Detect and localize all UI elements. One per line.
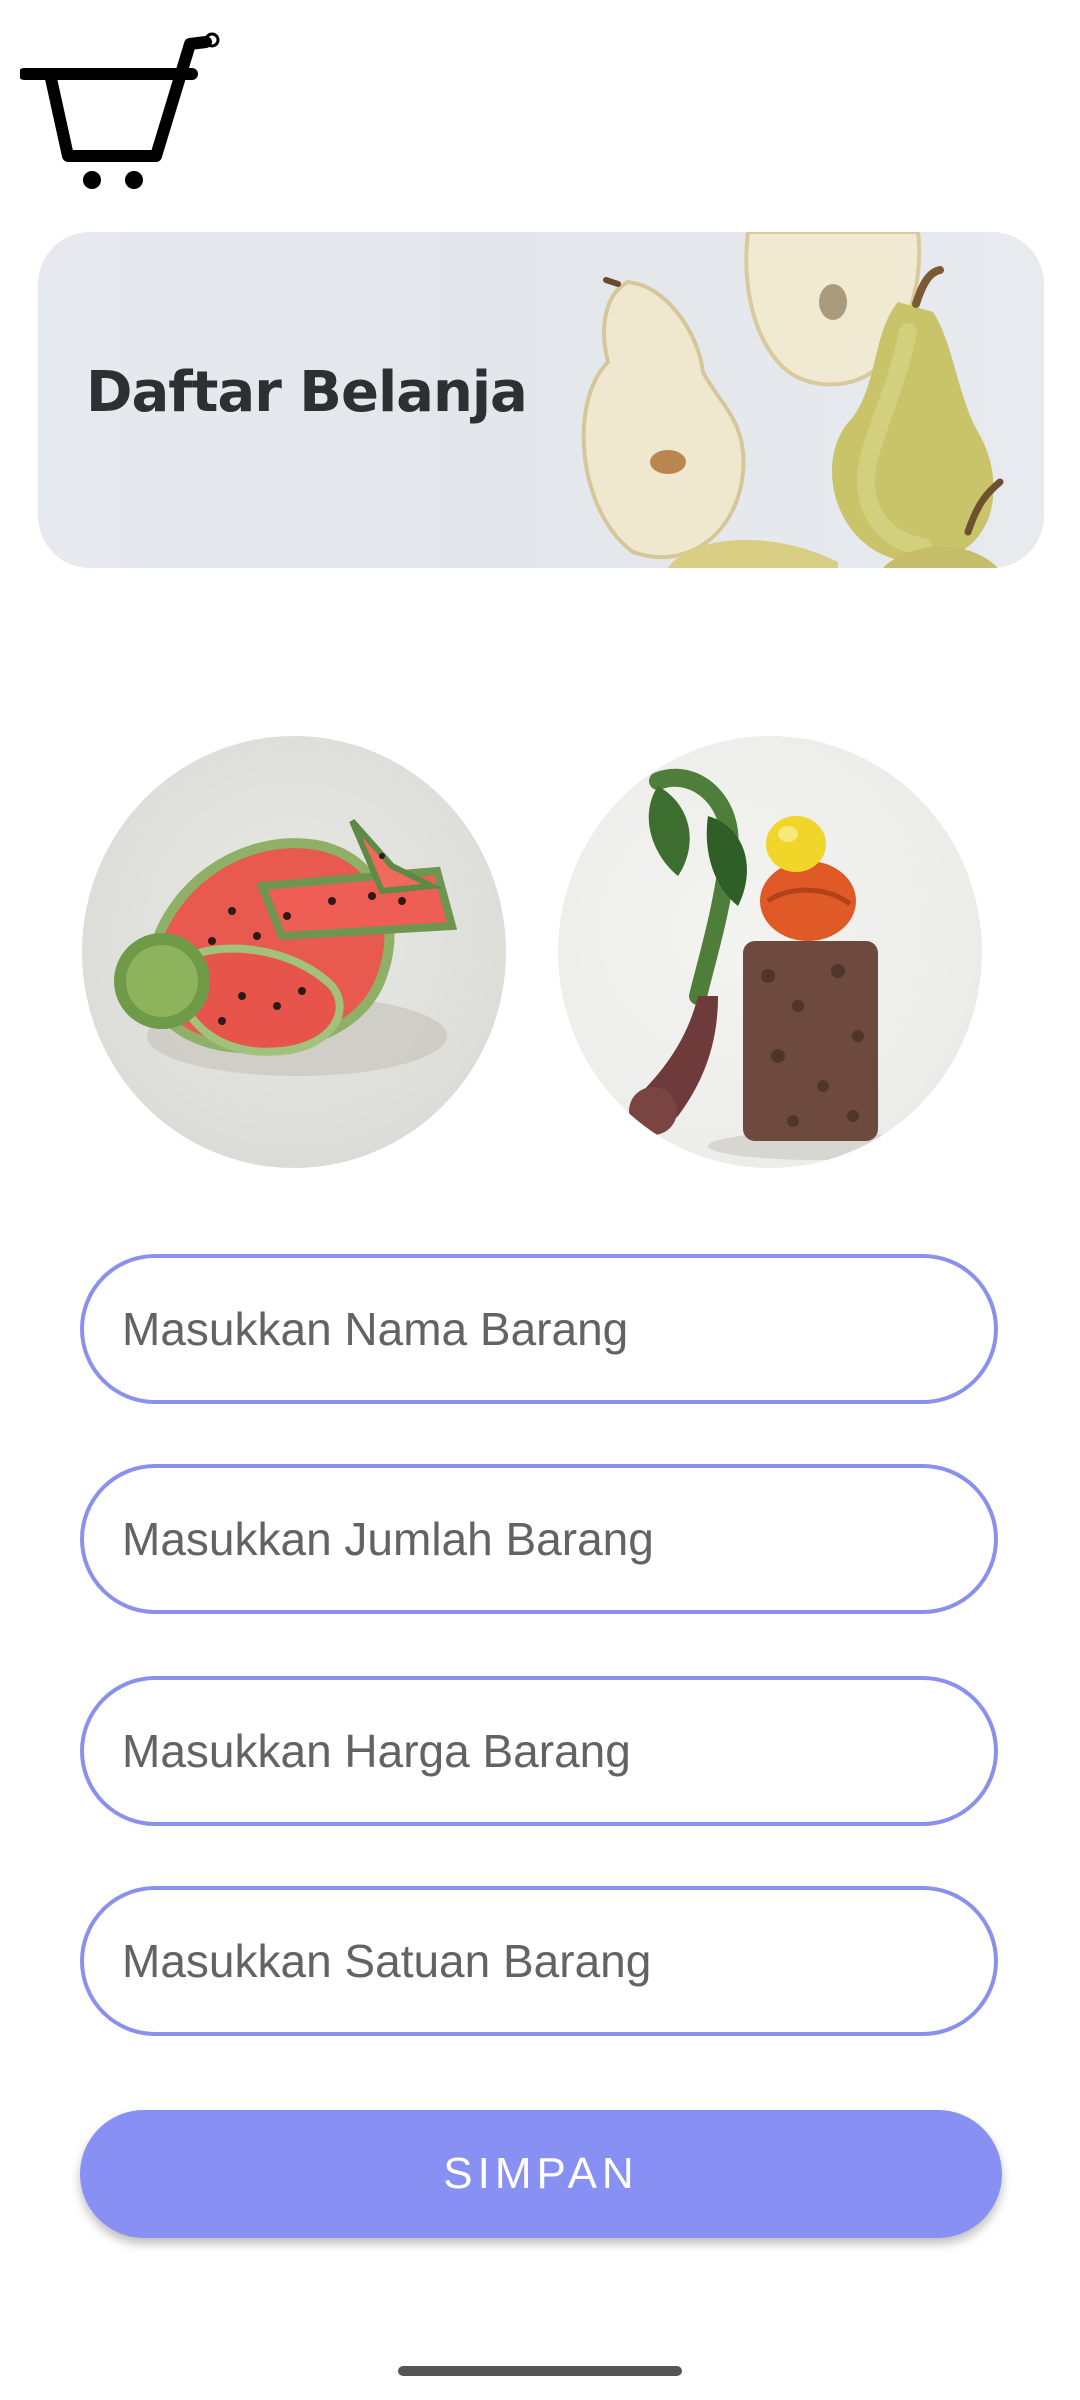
home-indicator[interactable] bbox=[398, 2366, 682, 2376]
banner-title: Daftar Belanja bbox=[86, 360, 528, 425]
header-banner: Daftar Belanja bbox=[38, 232, 1044, 568]
item-name-field[interactable] bbox=[80, 1254, 998, 1404]
vegetables-photo bbox=[558, 736, 982, 1168]
shopping-cart-icon bbox=[20, 32, 220, 189]
watermelon-image bbox=[114, 819, 458, 1076]
item-quantity-field[interactable] bbox=[80, 1464, 998, 1614]
item-unit-field[interactable] bbox=[80, 1886, 998, 2036]
save-button[interactable]: SIMPAN bbox=[80, 2110, 1002, 2238]
watermelon-photo bbox=[82, 736, 506, 1168]
vegetables-image bbox=[629, 768, 928, 1160]
item-price-field[interactable] bbox=[80, 1676, 998, 1826]
pears-image bbox=[581, 232, 1004, 568]
